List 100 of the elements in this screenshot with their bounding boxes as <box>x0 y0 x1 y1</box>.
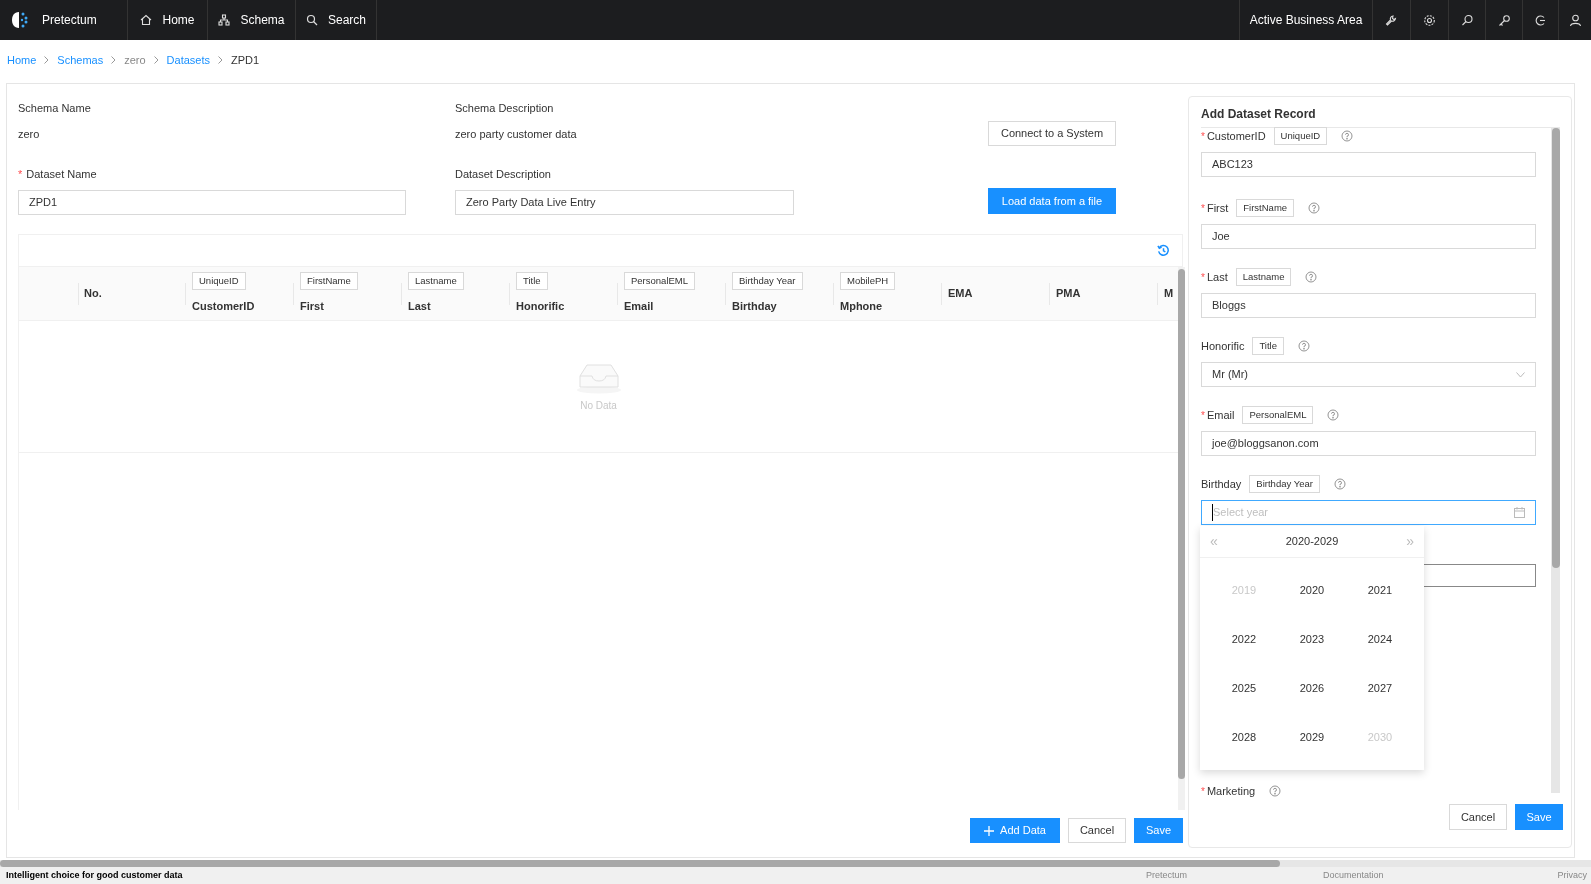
breadcrumb-item: zero <box>124 52 146 68</box>
column-header: Honorific <box>516 299 566 315</box>
column-header: No. <box>84 286 103 302</box>
dataset-name-field[interactable]: ZPD1 <box>18 189 406 215</box>
dataset-description-field[interactable]: Zero Party Data Live Entry <box>455 189 794 215</box>
year-cell[interactable]: 2026 <box>1299 680 1325 697</box>
field-tag: Birthday Year <box>1249 474 1320 494</box>
scrollbar[interactable] <box>1551 128 1560 793</box>
panel-title: Add Dataset Record <box>1201 107 1316 121</box>
year-cell[interactable]: 2029 <box>1299 729 1325 746</box>
connect-button[interactable]: Connect to a System <box>988 121 1116 146</box>
footer-tagline: Intelligent choice for good customer data <box>5 868 184 882</box>
scrollbar[interactable] <box>1178 267 1185 810</box>
help-icon[interactable] <box>1308 202 1321 214</box>
column-header: Birthday <box>732 299 778 315</box>
nav-item[interactable]: Schema <box>208 0 296 40</box>
field-tag: UniqueID <box>192 272 246 291</box>
logout-icon <box>1534 13 1547 27</box>
hierarchy-icon <box>218 14 231 26</box>
input-field[interactable]: joe@bloggsanon.com <box>1201 431 1536 456</box>
nav-item[interactable]: Search <box>296 0 377 40</box>
required-mark: * <box>1201 129 1205 144</box>
field-tag: Lastname <box>408 272 464 291</box>
field-label: Honorific <box>1201 338 1245 354</box>
column-header: Last <box>408 299 432 315</box>
required-mark: * <box>1201 784 1205 799</box>
year-cell[interactable]: 2025 <box>1231 680 1257 697</box>
field-value: zero <box>18 126 41 142</box>
field-tag: FirstName <box>300 272 358 291</box>
chevron-down-icon <box>1516 371 1525 378</box>
nav-item[interactable]: Home <box>128 0 208 40</box>
field-tag: FirstName <box>1236 198 1295 218</box>
required-mark: * <box>18 167 23 182</box>
app-name[interactable]: Pretectum <box>42 11 97 29</box>
decade-label: 2020-2029 <box>1285 534 1339 550</box>
column-header: CustomerID <box>192 299 256 315</box>
home-icon <box>140 14 153 26</box>
cancel-button[interactable]: Cancel <box>1068 818 1126 843</box>
field-tag: PersonalEML <box>1242 405 1314 425</box>
wrench-icon <box>1385 13 1398 27</box>
cancel-button[interactable]: Cancel <box>1449 804 1507 830</box>
select-field[interactable]: Mr (Mr) <box>1201 362 1536 387</box>
chevron-icon <box>111 56 117 64</box>
input-field[interactable]: ABC123 <box>1201 152 1536 177</box>
field-tag: Title <box>1252 336 1284 356</box>
chevron-icon <box>44 56 50 64</box>
column-header: EMA <box>948 286 974 302</box>
field-label: CustomerID <box>1206 128 1266 144</box>
input-field[interactable]: Joe <box>1201 224 1536 249</box>
column-header: First <box>300 299 325 315</box>
field-tag: Lastname <box>1235 267 1292 287</box>
help-icon[interactable] <box>1327 409 1340 421</box>
year-cell[interactable]: 2027 <box>1367 680 1393 697</box>
year-cell[interactable]: 2021 <box>1367 582 1393 599</box>
chevron-icon <box>218 56 224 64</box>
column-header: Email <box>624 299 655 315</box>
breadcrumb-item: ZPD1 <box>231 52 260 68</box>
year-cell[interactable]: 2020 <box>1299 582 1325 599</box>
calendar-icon <box>1514 507 1525 518</box>
year-cell[interactable]: 2022 <box>1231 631 1257 648</box>
field-label: First <box>1206 200 1229 216</box>
year-cell[interactable]: 2028 <box>1231 729 1257 746</box>
field-label: Last <box>1206 269 1228 285</box>
field-label: Schema Name <box>18 101 92 116</box>
field-value: zero party customer data <box>455 126 578 142</box>
key-icon <box>1497 13 1511 27</box>
field-label: Email <box>1206 407 1235 423</box>
business-area-label[interactable]: Active Business Area <box>1249 11 1363 29</box>
required-mark: * <box>1201 201 1205 216</box>
year-cell[interactable]: 2024 <box>1367 631 1393 648</box>
zoom-icon <box>1460 13 1474 27</box>
field-label: Birthday <box>1201 476 1242 492</box>
chevron-icon <box>153 56 159 64</box>
help-icon[interactable] <box>1341 130 1354 142</box>
help-icon[interactable] <box>1333 478 1346 490</box>
column-header: M <box>1164 286 1175 302</box>
help-icon[interactable] <box>1305 271 1318 283</box>
input-field[interactable]: Bloggs <box>1201 293 1536 318</box>
search-icon <box>306 14 318 26</box>
column-header: Mphone <box>840 299 884 315</box>
field-tag: UniqueID <box>1273 126 1328 146</box>
year-cell[interactable]: 2023 <box>1299 631 1325 648</box>
settings-icon <box>1423 13 1436 27</box>
field-tag: PersonalEML <box>624 272 696 291</box>
field-label: Marketing <box>1206 783 1256 799</box>
help-icon[interactable] <box>1269 785 1282 797</box>
user-icon <box>1568 13 1582 27</box>
field-tag: Title <box>516 272 548 291</box>
field-label: Dataset Description <box>455 167 552 182</box>
help-icon[interactable] <box>1298 340 1310 352</box>
horizontal-scrollbar[interactable] <box>0 860 1280 867</box>
column-header: PMA <box>1056 286 1082 302</box>
field-label: Schema Description <box>455 101 555 116</box>
field-tag: MobilePH <box>840 272 896 291</box>
history-icon[interactable] <box>1157 244 1170 257</box>
field-tag: Birthday Year <box>732 272 803 291</box>
required-mark: * <box>1201 408 1205 423</box>
required-mark: * <box>1201 270 1205 285</box>
plus-icon <box>984 825 995 836</box>
field-label: Dataset Name <box>26 167 97 182</box>
